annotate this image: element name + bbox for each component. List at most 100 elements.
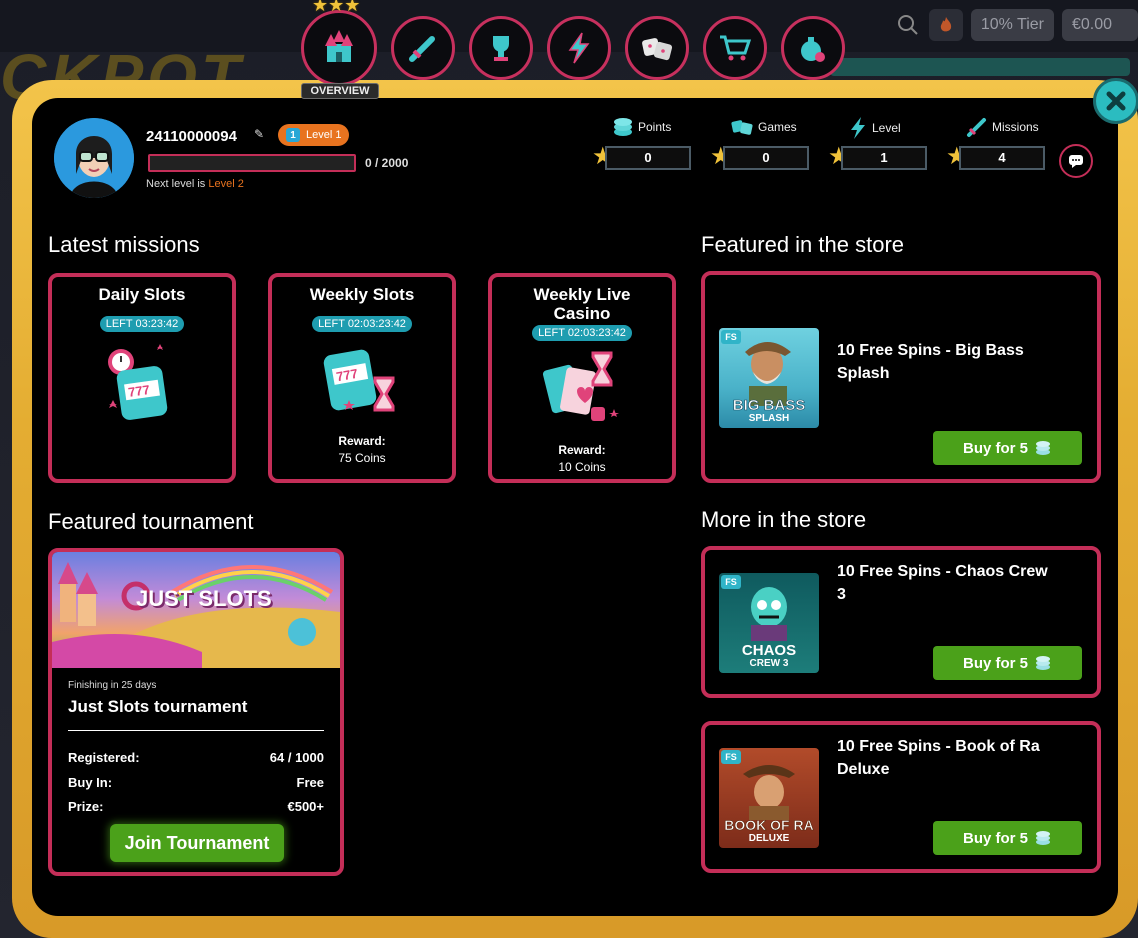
money-bag-icon bbox=[801, 37, 825, 62]
coins-icon bbox=[1036, 656, 1050, 670]
stat-points: Points ★ 0 bbox=[592, 116, 691, 172]
chaos-crew-thumbnail: CHAOS CREW 3 FS bbox=[719, 573, 819, 673]
slot-machine-icon: 777 bbox=[97, 338, 187, 428]
mission-title: Weekly Live Casino bbox=[533, 285, 631, 323]
store-item[interactable]: BOOK OF RA DELUXE FS 10 Free Spins - Boo… bbox=[701, 721, 1101, 873]
store-item-title: 10 Free Spins - Chaos Crew 3 bbox=[837, 563, 1048, 603]
avatar[interactable] bbox=[54, 118, 134, 198]
featured-tournament-heading: Featured tournament bbox=[48, 509, 254, 534]
thumb-text: BOOK OF RA bbox=[724, 817, 813, 833]
mission-card[interactable]: Weekly Live Casino LEFT 02:03:23:42 Rewa… bbox=[488, 273, 676, 483]
tournament-card[interactable]: JUST SLOTS Finishing in 25 days Just Slo… bbox=[48, 548, 344, 876]
mission-title: Daily Slots bbox=[98, 285, 186, 304]
featured-store-heading: Featured in the store bbox=[701, 232, 905, 257]
nav-stars: ★ ★ ★ bbox=[312, 0, 361, 15]
nav-store[interactable] bbox=[703, 16, 767, 80]
prize-label: Prize: bbox=[68, 799, 104, 814]
stat-games: Games ★ 0 bbox=[710, 116, 809, 172]
sword-icon bbox=[409, 36, 435, 62]
store-item[interactable]: CHAOS CREW 3 FS 10 Free Spins - Chaos Cr… bbox=[701, 546, 1101, 698]
mission-title: Weekly Slots bbox=[309, 285, 415, 304]
coins-icon bbox=[1036, 441, 1050, 455]
dice-icon bbox=[642, 38, 673, 61]
nav-missions[interactable] bbox=[391, 16, 455, 80]
dice-icon bbox=[731, 120, 753, 135]
cart-icon bbox=[720, 35, 752, 61]
stat-label: Games bbox=[758, 120, 797, 134]
nav-level[interactable] bbox=[547, 16, 611, 80]
latest-missions-heading: Latest missions bbox=[48, 232, 200, 257]
divider bbox=[68, 730, 324, 731]
store-item-title: 10 Free Spins - Book of Ra Deluxe bbox=[837, 738, 1040, 778]
stat-level: Level ★ 1 bbox=[828, 116, 927, 172]
xp-progress-bar bbox=[148, 154, 356, 172]
stat-value: 0 bbox=[723, 146, 809, 170]
nav-bonuses[interactable] bbox=[781, 16, 845, 80]
close-icon bbox=[1106, 91, 1126, 111]
search-icon[interactable] bbox=[895, 12, 921, 38]
username: 24110000094 bbox=[146, 128, 237, 145]
overview-modal: 24110000094 ✎ 1 Level 1 0 / 2000 Next le… bbox=[32, 98, 1118, 916]
slot-machine-hourglass-icon: 777 bbox=[317, 338, 407, 428]
mission-card[interactable]: Weekly Slots LEFT 02:03:23:42 777 Reward… bbox=[268, 273, 456, 483]
stat-value: 0 bbox=[605, 146, 691, 170]
svg-text:777: 777 bbox=[127, 382, 151, 400]
close-button[interactable] bbox=[1093, 78, 1138, 124]
nav-active-label: OVERVIEW bbox=[301, 83, 379, 99]
tournament-banner: JUST SLOTS bbox=[52, 552, 340, 668]
book-of-ra-thumbnail: BOOK OF RA DELUXE FS bbox=[719, 748, 819, 848]
buy-button[interactable]: Buy for 5 bbox=[933, 821, 1082, 855]
top-right-controls: 10% Tier €0.00 bbox=[895, 9, 1138, 41]
thumb-text: CHAOS bbox=[742, 642, 796, 659]
cards-hourglass-icon bbox=[537, 347, 627, 437]
mission-card[interactable]: Daily Slots LEFT 03:23:42 777 bbox=[48, 273, 236, 483]
jackpot-banner-strip bbox=[830, 58, 1130, 76]
tournament-finishing: Finishing in 25 days bbox=[68, 680, 157, 691]
tournament-registered-row: Registered: 64 / 1000 bbox=[68, 750, 324, 765]
thumb-text: BIG BASS bbox=[733, 397, 806, 414]
nav-tournaments[interactable] bbox=[469, 16, 533, 80]
xp-text: 0 / 2000 bbox=[365, 156, 409, 170]
free-spins-tag: FS bbox=[721, 575, 741, 589]
chat-button[interactable] bbox=[1059, 144, 1093, 178]
level-badge: 1 Level 1 bbox=[278, 124, 350, 146]
nav-overview[interactable]: ★ ★ ★ bbox=[301, 0, 377, 86]
buy-button-label: Buy for 5 bbox=[962, 829, 1028, 847]
buy-button[interactable]: Buy for 5 bbox=[933, 646, 1082, 680]
fire-icon[interactable] bbox=[928, 9, 963, 41]
free-spins-tag: FS bbox=[721, 750, 741, 764]
more-store-heading: More in the store bbox=[701, 507, 867, 532]
store-item-title: 10 Free Spins - Big Bass Splash bbox=[837, 342, 1024, 382]
edit-icon[interactable]: ✎ bbox=[254, 127, 264, 141]
big-bass-splash-thumbnail: BIG BASS SPLASH FS bbox=[719, 328, 819, 428]
chat-icon bbox=[1069, 155, 1083, 168]
thumb-subtext: CREW 3 bbox=[750, 658, 789, 669]
mission-timer: LEFT 03:23:42 bbox=[99, 316, 185, 332]
next-level-prefix: Next level is bbox=[146, 178, 209, 190]
castle-icon bbox=[325, 30, 353, 62]
tournament-name: Just Slots tournament bbox=[68, 697, 248, 716]
trophy-icon bbox=[493, 36, 509, 61]
stat-label: Missions bbox=[992, 120, 1039, 134]
top-nav: ★ ★ ★ bbox=[301, 0, 845, 86]
balance-display[interactable]: €0.00 bbox=[1062, 9, 1138, 41]
lightning-icon bbox=[851, 117, 865, 139]
sword-icon bbox=[967, 118, 986, 137]
level-badge-label: Level 1 bbox=[306, 129, 342, 141]
stat-missions: Missions ★ 4 bbox=[946, 116, 1045, 172]
tournament-banner-title: JUST SLOTS bbox=[136, 586, 272, 611]
free-spins-tag: FS bbox=[721, 330, 741, 344]
prize-value: €500+ bbox=[287, 799, 324, 814]
tier-badge[interactable]: 10% Tier bbox=[970, 9, 1054, 41]
thumb-subtext: SPLASH bbox=[749, 413, 790, 424]
mission-timer: LEFT 02:03:23:42 bbox=[532, 325, 632, 341]
stat-value: 4 bbox=[959, 146, 1045, 170]
next-level-value: Level 2 bbox=[208, 178, 244, 190]
nav-games[interactable] bbox=[625, 16, 689, 80]
reward-value: 75 Coins bbox=[338, 451, 386, 465]
featured-store-item[interactable]: BIG BASS SPLASH FS 10 Free Spins - Big B… bbox=[701, 271, 1101, 483]
buyin-value: Free bbox=[296, 775, 324, 790]
buy-button[interactable]: Buy for 5 bbox=[933, 431, 1082, 465]
join-tournament-button[interactable]: Join Tournament bbox=[110, 824, 284, 862]
tournament-buyin-row: Buy In: Free bbox=[68, 775, 324, 790]
